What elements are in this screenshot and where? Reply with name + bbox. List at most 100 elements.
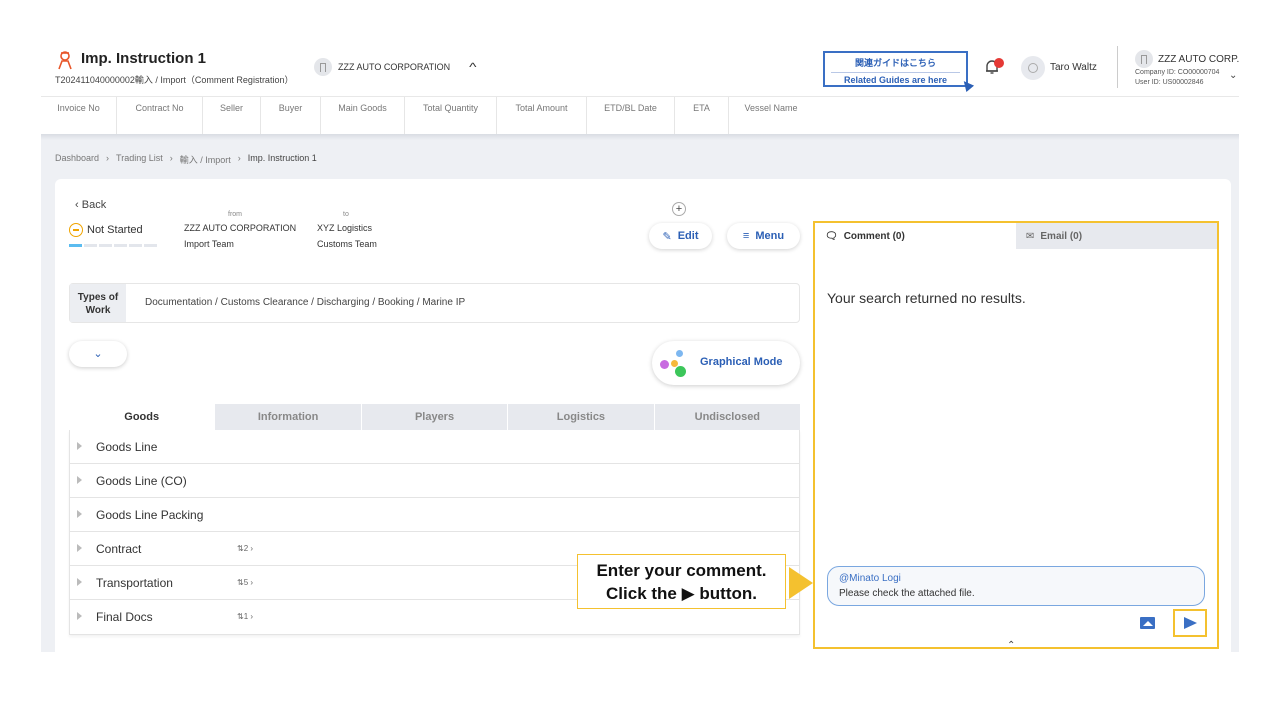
expand-triangle-icon — [77, 578, 82, 586]
user-name[interactable]: Taro Waltz — [1050, 62, 1097, 73]
list-item-goods-line-co[interactable]: Goods Line (CO) — [70, 464, 799, 498]
page-subtitle: T202411040000002輸入 / Import（Comment Regi… — [55, 75, 294, 85]
chevron-right-icon: › — [237, 153, 241, 163]
tab-players[interactable]: Players — [362, 404, 509, 430]
expand-triangle-icon — [77, 510, 82, 518]
to-company: XYZ Logistics — [317, 223, 373, 233]
company-id: Company ID: CO00000704 — [1135, 69, 1220, 76]
col-contract-no: Contract No — [117, 97, 203, 134]
list-item-label: Goods Line (CO) — [96, 474, 187, 488]
callout-line-1: Enter your comment. — [596, 561, 767, 580]
menu-label: Menu — [755, 230, 785, 242]
breadcrumb-dashboard[interactable]: Dashboard — [55, 153, 99, 166]
empty-state-message: Your search returned no results. — [827, 290, 1026, 306]
close-icon[interactable]: ⌃ — [1007, 640, 1015, 651]
breadcrumb-trading-list[interactable]: Trading List — [116, 153, 163, 166]
list-item-goods-line[interactable]: Goods Line — [70, 430, 799, 464]
col-etd-bl-date: ETD/BL Date — [587, 97, 675, 134]
graphical-mode-button[interactable]: Graphical Mode — [652, 341, 800, 385]
add-icon[interactable]: + — [672, 202, 686, 216]
types-of-work: Types of Work Documentation / Customs Cl… — [69, 283, 800, 323]
breadcrumb-import[interactable]: 輸入 / Import — [180, 153, 231, 166]
tab-information[interactable]: Information — [215, 404, 362, 430]
status-pending-icon — [69, 223, 83, 237]
menu-button[interactable]: ≡ Menu — [727, 223, 800, 249]
from-label: from — [228, 211, 242, 218]
notification-badge — [994, 58, 1004, 68]
guide-label-jp: 関連ガイドはこちら — [854, 58, 936, 68]
instruction-callout: Enter your comment. Click the ▶ button. — [577, 554, 786, 609]
tab-goods[interactable]: Goods — [69, 404, 216, 430]
expand-triangle-icon — [77, 476, 82, 484]
from-party: ZZZ AUTO CORPORATION Import Team — [184, 220, 296, 252]
comment-input[interactable]: @Minato Logi Please check the attached f… — [827, 566, 1205, 606]
list-item-label: Contract — [96, 542, 142, 556]
graphical-mode-label: Graphical Mode — [700, 356, 783, 368]
expand-triangle-icon — [77, 442, 82, 450]
tab-logistics[interactable]: Logistics — [508, 404, 655, 430]
types-of-work-value: Documentation / Customs Clearance / Disc… — [145, 297, 466, 308]
image-attach-icon[interactable] — [1140, 617, 1155, 629]
header-divider — [1117, 46, 1118, 88]
col-seller: Seller — [203, 97, 261, 134]
account-company-name: ZZZ AUTO CORP.. — [1158, 53, 1239, 65]
agent-logo-icon — [58, 51, 72, 70]
comment-icon: 🗨 — [825, 230, 838, 242]
header-shadow — [41, 134, 1239, 140]
guide-divider — [831, 72, 960, 73]
building-icon — [1135, 50, 1153, 68]
tab-comment[interactable]: 🗨 Comment (0) — [815, 223, 1016, 249]
pencil-icon: ✎ — [662, 230, 672, 243]
send-button[interactable] — [1173, 609, 1207, 637]
mail-icon: ✉ — [1026, 230, 1035, 242]
chevron-left-icon: ‹ — [75, 199, 82, 211]
list-item-goods-line-packing[interactable]: Goods Line Packing — [70, 498, 799, 532]
list-item-label: Goods Line Packing — [96, 508, 204, 522]
chevron-down-icon[interactable]: ⌄ — [1229, 70, 1237, 81]
status-label: Not Started — [87, 224, 143, 236]
callout-line-2: Click the ▶ button. — [606, 584, 757, 603]
back-button[interactable]: ‹ Back — [75, 199, 106, 211]
edit-button[interactable]: ✎ Edit — [649, 223, 712, 249]
list-item-label: Final Docs — [96, 610, 153, 624]
list-item-count[interactable]: ⇅1 › — [237, 612, 253, 621]
types-of-work-label: Types of Work — [70, 284, 126, 322]
send-icon — [1183, 617, 1197, 629]
edit-label: Edit — [677, 230, 699, 242]
graph-dot-icon — [660, 360, 669, 369]
from-company: ZZZ AUTO CORPORATION — [184, 223, 297, 233]
related-guides-button[interactable]: 関連ガイドはこちら Related Guides are here — [823, 51, 968, 87]
list-item-label: Transportation — [96, 576, 173, 590]
company-chip[interactable]: ZZZ AUTO CORPORATION ^ — [314, 58, 477, 76]
chevron-right-icon: › — [106, 153, 110, 163]
app-header: Imp. Instruction 1 T202411040000002輸入 / … — [41, 40, 1239, 96]
hamburger-icon: ≡ — [742, 230, 750, 242]
col-invoice-no: Invoice No — [41, 97, 117, 134]
tab-email[interactable]: ✉ Email (0) — [1016, 223, 1217, 249]
comment-panel-tabs: 🗨 Comment (0) ✉ Email (0) — [815, 223, 1217, 249]
building-icon — [314, 58, 332, 76]
col-total-amount: Total Amount — [497, 97, 587, 134]
chevron-right-icon: › — [169, 153, 173, 163]
expand-triangle-icon — [77, 612, 82, 620]
graph-dot-icon — [676, 350, 683, 357]
callout-arrow — [789, 567, 813, 599]
expand-triangle-icon — [77, 544, 82, 552]
col-buyer: Buyer — [261, 97, 321, 134]
list-item-count[interactable]: ⇅5 › — [237, 578, 253, 587]
user-avatar[interactable] — [1021, 56, 1045, 80]
col-eta: ETA — [675, 97, 729, 134]
tab-email-label: Email (0) — [1040, 230, 1083, 242]
status-badge: Not Started — [69, 223, 143, 237]
to-party: XYZ Logistics Customs Team — [317, 220, 377, 252]
expand-button[interactable]: ⌄ — [69, 341, 127, 367]
mention-text: @Minato Logi — [839, 573, 901, 584]
col-total-quantity: Total Quantity — [405, 97, 497, 134]
detail-tabs: Goods Information Players Logistics Undi… — [69, 404, 800, 430]
list-item-count[interactable]: ⇅2 › — [237, 544, 253, 553]
chevron-up-icon[interactable]: ^ — [469, 60, 476, 74]
breadcrumb-current: Imp. Instruction 1 — [247, 153, 317, 163]
list-item-label: Goods Line — [96, 440, 158, 454]
to-team: Customs Team — [317, 239, 377, 249]
tab-undisclosed[interactable]: Undisclosed — [655, 404, 800, 430]
